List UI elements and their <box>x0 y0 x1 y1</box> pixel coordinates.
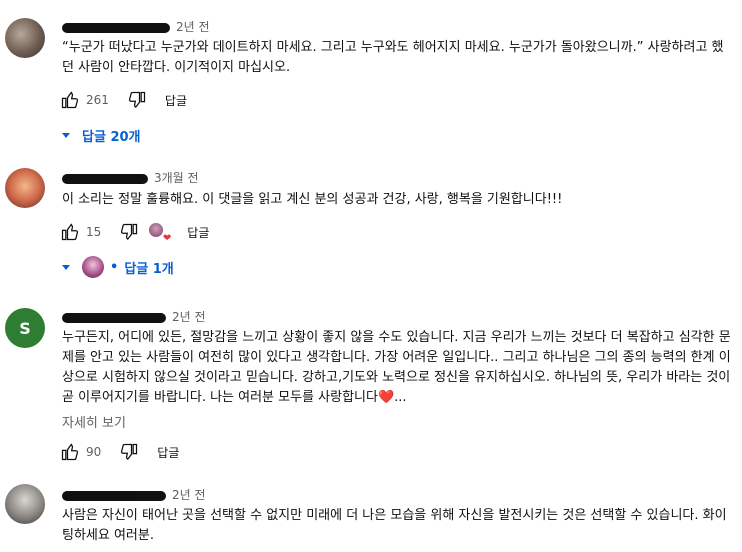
comment-1: @user-handle-1 2년 전 “누군가 떠났다고 누군가와 데이트하지 … <box>0 0 742 150</box>
avatar[interactable]: S <box>5 308 45 348</box>
view-replies-button[interactable]: • 답글 1개 <box>62 256 174 278</box>
heart-icon: ❤ <box>162 233 172 244</box>
creator-avatar <box>149 223 164 237</box>
author-handle[interactable]: @user-handle-3 <box>62 312 166 323</box>
replies-label: 답글 1개 <box>124 261 174 277</box>
reply-author-avatar <box>82 256 104 278</box>
like-count: 90 <box>86 445 102 459</box>
comment-2: @user-handle-2 3개월 전 이 소리는 정말 훌륭해요. 이 댓글을… <box>0 150 742 290</box>
like-count: 15 <box>86 225 102 239</box>
timestamp[interactable]: 3개월 전 <box>154 171 199 185</box>
read-more-button[interactable]: 자세히 보기 <box>62 412 126 431</box>
caret-down-icon <box>62 264 70 270</box>
comment-actions: 90 답글 <box>58 440 179 464</box>
thumb-up-icon[interactable] <box>58 88 82 112</box>
thumb-up-icon[interactable] <box>58 440 82 464</box>
like-count: 261 <box>86 93 109 107</box>
comment-header: @user-handle-1 2년 전 <box>62 18 210 35</box>
author-handle[interactable]: @user-handle-4 <box>62 490 166 501</box>
comment-3: S @user-handle-3 2년 전 누구든지, 어디에 있든, 절망감을 … <box>0 290 742 470</box>
comment-header: @user-handle-4 2년 전 <box>62 486 206 503</box>
avatar[interactable] <box>5 484 45 524</box>
comment-text: 사람은 자신이 태어난 곳을 선택할 수 없지만 미래에 더 나은 모습을 위해… <box>62 508 727 543</box>
comment-header: @user-handle-3 2년 전 <box>62 308 206 325</box>
thumb-down-icon[interactable] <box>117 220 141 244</box>
creator-heart-badge: ❤ <box>149 223 171 244</box>
separator-dot: • <box>110 259 119 275</box>
caret-down-icon <box>62 133 70 138</box>
author-handle[interactable]: @user-handle-2 <box>62 173 148 184</box>
reply-button[interactable]: 답글 <box>157 444 179 461</box>
reply-button[interactable]: 답글 <box>165 92 187 109</box>
reply-button[interactable]: 답글 <box>187 224 209 241</box>
view-replies-button[interactable]: 답글 20개 <box>62 126 141 145</box>
avatar[interactable] <box>5 168 45 208</box>
author-handle[interactable]: @user-handle-1 <box>62 22 170 33</box>
comment-text: 누구든지, 어디에 있든, 절망감을 느끼고 상황이 좋지 않을 수도 있습니다… <box>62 330 731 405</box>
comment-actions: 261 답글 <box>58 88 187 112</box>
replies-label: 답글 20개 <box>82 130 141 145</box>
comment-header: @user-handle-2 3개월 전 <box>62 169 199 186</box>
timestamp[interactable]: 2년 전 <box>176 20 210 34</box>
thumb-up-icon[interactable] <box>58 220 82 244</box>
thumb-down-icon[interactable] <box>125 88 149 112</box>
comment-text: “누군가 떠났다고 누군가와 데이트하지 마세요. 그리고 누구와도 헤어지지 … <box>62 40 724 75</box>
comment-actions: 15 ❤ 답글 <box>58 220 209 244</box>
comment-4: @user-handle-4 2년 전 사람은 자신이 태어난 곳을 선택할 수 … <box>0 470 742 552</box>
timestamp[interactable]: 2년 전 <box>172 488 206 502</box>
avatar-initial: S <box>19 318 31 338</box>
timestamp[interactable]: 2년 전 <box>172 310 206 324</box>
comment-text: 이 소리는 정말 훌륭해요. 이 댓글을 읽고 계신 분의 성공과 건강, 사랑… <box>62 192 563 207</box>
avatar[interactable] <box>5 18 45 58</box>
thumb-down-icon[interactable] <box>117 440 141 464</box>
